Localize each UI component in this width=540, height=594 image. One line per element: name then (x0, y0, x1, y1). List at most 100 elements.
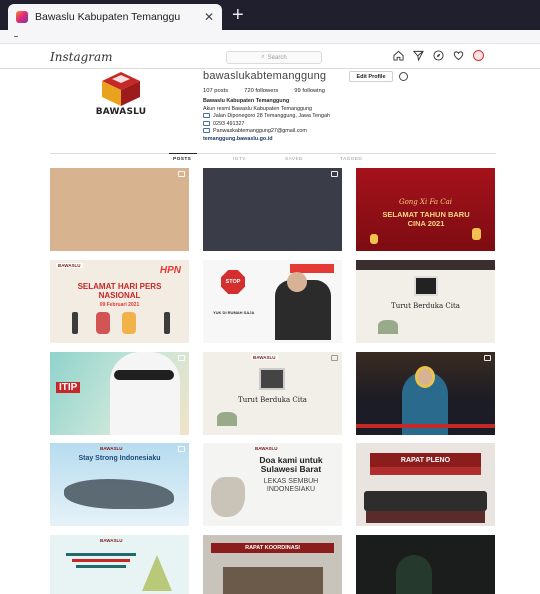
post-tile[interactable]: BAWASLU Turut Berduka Cita (203, 352, 342, 435)
profile-bio: Bawaslu Kabupaten Temanggung Akun resmi … (203, 98, 330, 144)
island-shape (211, 477, 245, 517)
banner: RAPAT KOORDINASI (211, 543, 334, 553)
instagram-favicon-icon (16, 11, 28, 23)
search-icon: ⌕ (261, 54, 265, 60)
lantern-icon (370, 234, 378, 244)
posts-count[interactable]: 107 posts (203, 88, 228, 94)
figure-shape (72, 312, 78, 334)
post-tile[interactable]: Gong Xi Fa Cai SELAMAT TAHUN BARU CINA 2… (356, 168, 495, 251)
post-tile[interactable]: BAWASLU Stay Strong Indonesiaku (50, 443, 189, 526)
post-tile[interactable]: RAPAT KOORDINASI (203, 535, 342, 594)
multiple-photos-icon (331, 171, 338, 177)
ticker-band (356, 424, 495, 428)
lantern-icon (472, 228, 481, 240)
post-tile[interactable]: ITIP (50, 352, 189, 435)
tab-saved[interactable]: SAVED (285, 157, 303, 162)
search-input[interactable]: ⌕ Search (226, 51, 322, 64)
minimize-dash-icon (14, 36, 18, 37)
post-tile[interactable] (50, 168, 189, 251)
text-line (72, 559, 130, 562)
post-tile[interactable]: Turut Berduka Cita (356, 260, 495, 343)
figure-shape (96, 312, 110, 334)
tree-shape (142, 555, 172, 591)
post-tag: BAWASLU (100, 446, 123, 451)
profile-stats: 107 posts 720 followers 99 following (203, 88, 341, 94)
person-face (415, 366, 435, 388)
text-line (76, 565, 126, 568)
post-subcaption: 09 Februari 2021 (99, 302, 140, 308)
tab-tagged[interactable]: TAGGED (340, 157, 362, 162)
new-tab-button[interactable]: + (232, 4, 244, 26)
tab-posts[interactable]: POSTS (168, 153, 198, 162)
website-link[interactable]: temanggung.bawaslu.go.id (203, 136, 330, 144)
browser-tab[interactable]: Bawaslu Kabupaten Temanggu ✕ (8, 4, 222, 30)
following-count[interactable]: 99 following (294, 88, 325, 94)
post-tile[interactable] (356, 352, 495, 435)
post-subcaption: LEKAS SEMBUH INDONESIAKU (263, 478, 319, 493)
map-shape (64, 479, 174, 509)
post-tag: BAWASLU (100, 538, 123, 543)
heart-icon[interactable] (453, 50, 464, 61)
multiple-photos-icon (331, 355, 338, 361)
multiple-photos-icon (178, 171, 185, 177)
banner: RAPAT PLENO (370, 453, 481, 467)
post-tile[interactable]: STOP YUK DI RUMAH SAJA (203, 260, 342, 343)
tab-igtv[interactable]: IGTV (233, 157, 246, 162)
home-icon[interactable] (393, 50, 404, 61)
post-caption: ITIP (56, 382, 81, 393)
post-subcaption: YUK DI RUMAH SAJA (213, 310, 255, 315)
post-caption: Turut Berduka Cita (391, 302, 460, 310)
bio-email: Panwaskabtemanggung27@gmail.com (203, 128, 330, 136)
direct-icon[interactable] (413, 50, 424, 61)
settings-icon[interactable] (399, 72, 408, 81)
post-caption: SELAMAT HARI PERS NASIONAL (77, 282, 162, 300)
post-subcaption: Gong Xi Fa Cai (398, 198, 453, 206)
post-tag: BAWASLU (255, 446, 278, 451)
post-tile[interactable] (356, 535, 495, 594)
person-face (287, 272, 307, 292)
figure-shape (122, 312, 136, 334)
post-caption: RAPAT PLENO (400, 456, 451, 464)
location-icon (203, 113, 210, 119)
portrait-photo (414, 276, 438, 296)
search-placeholder: Search (267, 54, 287, 61)
mail-icon (203, 128, 210, 134)
bio-address: Jalan Diponegoro 28 Temanggung, Jawa Ten… (203, 113, 330, 121)
profile-tabs: POSTS IGTV SAVED TAGGED (50, 153, 496, 167)
shadow-shape (396, 555, 432, 594)
face-mask-shape (114, 370, 174, 380)
bio-line: Akun resmi Bawaslu Kabupaten Temanggung (203, 105, 312, 112)
logo-text: BAWASLU (95, 107, 147, 117)
multiple-photos-icon (178, 355, 185, 361)
post-tag: BAWASLU (56, 263, 83, 268)
post-tile[interactable] (203, 168, 342, 251)
post-caption: Doa kami untuk Sulawesi Barat (259, 455, 323, 474)
banner-sub (370, 467, 481, 475)
stop-sign-text: STOP (225, 279, 241, 285)
post-tile[interactable]: BAWASLU (50, 535, 189, 594)
edit-profile-button[interactable]: Edit Profile (349, 71, 393, 82)
multiple-photos-icon (178, 446, 185, 452)
portrait-photo (259, 368, 285, 390)
meeting-table (364, 491, 487, 511)
bawaslu-logo-icon (102, 72, 140, 106)
tab-title: Bawaslu Kabupaten Temanggu (35, 11, 181, 23)
post-caption: RAPAT KOORDINASI (245, 545, 300, 551)
profile-avatar-icon[interactable] (473, 50, 484, 61)
post-tile[interactable]: BAWASLU Doa kami untuk Sulawesi Barat LE… (203, 443, 342, 526)
instagram-logo[interactable]: Instagram (50, 50, 113, 64)
close-tab-icon[interactable]: ✕ (204, 10, 214, 24)
hpn-badge: HPN (159, 265, 181, 276)
browser-toolbar (0, 30, 540, 44)
instagram-nav (393, 50, 493, 61)
figure-shape (164, 312, 170, 334)
followers-count[interactable]: 720 followers (244, 88, 278, 94)
post-caption: Stay Strong Indonesiaku (78, 455, 161, 462)
post-tile[interactable]: RAPAT PLENO (356, 443, 495, 526)
post-tile[interactable]: BAWASLU HPN SELAMAT HARI PERS NASIONAL 0… (50, 260, 189, 343)
post-caption: Turut Berduka Cita (238, 396, 307, 404)
bio-phone: 0293 491327 (203, 121, 330, 129)
explore-icon[interactable] (433, 50, 444, 61)
leaf-shape (217, 412, 237, 426)
profile-picture[interactable]: BAWASLU (86, 70, 156, 134)
